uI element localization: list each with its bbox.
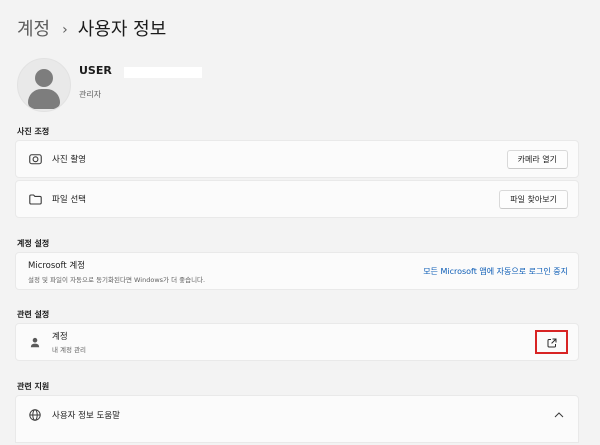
section-title-related-settings: 관련 설정 [17,310,50,319]
breadcrumb: 계정 › 사용자 정보 [17,18,166,42]
accounts-title: 계정 [52,332,68,342]
accounts-text: 계정 내 계정 관리 [52,330,86,354]
breadcrumb-separator: › [62,22,68,38]
choose-file-label: 파일 선택 [52,195,86,205]
profile-name: USER [79,63,112,77]
globe-icon [28,408,42,422]
person-icon [28,335,42,349]
avatar [17,58,71,112]
stop-auto-signin-link[interactable]: 모든 Microsoft 앱에 자동으로 로그인 중지 [423,266,568,277]
microsoft-account-description: 설정 및 파일이 자동으로 동기화된다면 Windows가 더 좋습니다. [28,275,206,284]
chevron-up-icon[interactable] [554,412,564,418]
take-photo-label: 사진 촬영 [52,155,86,165]
profile-help-label: 사용자 정보 도움말 [52,411,120,421]
card-profile-help[interactable]: 사용자 정보 도움말 [15,395,579,443]
profile-role: 관리자 [79,89,102,99]
avatar-head [35,69,53,87]
card-choose-file: 파일 선택 파일 찾아보기 [15,180,579,218]
camera-icon [28,152,42,166]
avatar-body [28,89,60,109]
accounts-description: 내 계정 관리 [52,346,87,354]
section-title-related-support: 관련 지원 [17,382,50,391]
page-title: 사용자 정보 [77,19,167,40]
microsoft-account-text: Microsoft 계정 설정 및 파일이 자동으로 동기화된다면 Window… [28,259,205,284]
card-take-photo: 사진 촬영 카메라 열기 [15,140,579,178]
microsoft-account-title: Microsoft 계정 [28,260,86,271]
folder-icon [28,192,42,206]
open-external-icon [547,333,557,352]
card-microsoft-account: Microsoft 계정 설정 및 파일이 자동으로 동기화된다면 Window… [15,252,579,290]
open-external-button[interactable] [535,330,568,354]
browse-files-button[interactable]: 파일 찾아보기 [499,189,568,209]
section-title-photo: 사진 조정 [17,127,50,136]
profile-text: USER 관리자 [79,63,202,100]
redaction-box [123,66,202,78]
card-accounts-link[interactable]: 계정 내 계정 관리 [15,323,579,361]
breadcrumb-parent-accounts[interactable]: 계정 [17,18,50,42]
section-title-account-settings: 계정 설정 [17,239,50,248]
profile-name-row: USER [79,63,202,78]
profile-header: USER 관리자 [17,58,202,112]
open-camera-button[interactable]: 카메라 열기 [506,149,568,169]
